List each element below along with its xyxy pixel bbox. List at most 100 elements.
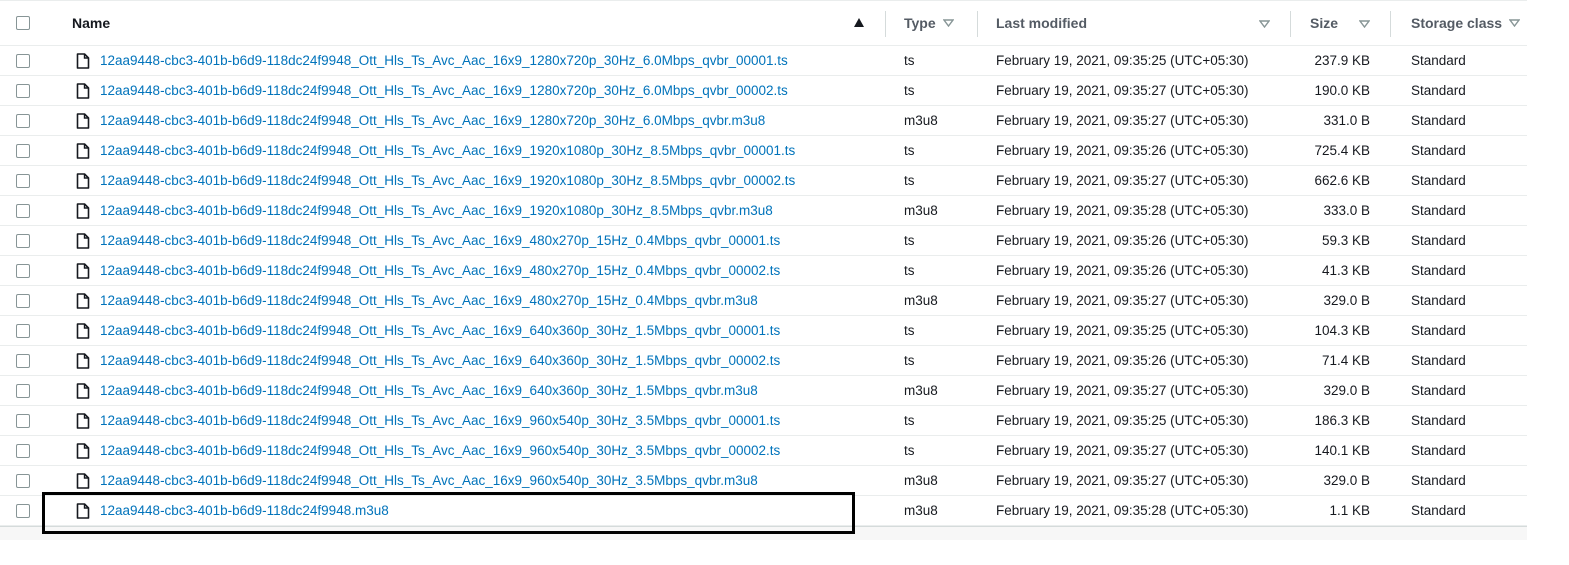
row-checkbox[interactable] — [16, 473, 30, 488]
row-select-cell — [16, 406, 36, 435]
object-name-link[interactable]: 12aa9448-cbc3-401b-b6d9-118dc24f9948_Ott… — [100, 473, 758, 488]
column-header-storage-class[interactable]: Storage class — [1411, 1, 1526, 45]
object-storage-class: Standard — [1411, 173, 1466, 188]
object-name-link[interactable]: 12aa9448-cbc3-401b-b6d9-118dc24f9948.m3u… — [100, 503, 389, 518]
row-checkbox[interactable] — [16, 323, 30, 338]
select-all-checkbox[interactable] — [16, 16, 30, 30]
table-row[interactable]: 12aa9448-cbc3-401b-b6d9-118dc24f9948_Ott… — [0, 136, 1527, 166]
table-row[interactable]: 12aa9448-cbc3-401b-b6d9-118dc24f9948_Ott… — [0, 166, 1527, 196]
table-row[interactable]: 12aa9448-cbc3-401b-b6d9-118dc24f9948_Ott… — [0, 346, 1527, 376]
row-checkbox[interactable] — [16, 503, 30, 518]
object-name-link[interactable]: 12aa9448-cbc3-401b-b6d9-118dc24f9948_Ott… — [100, 143, 795, 158]
object-name-link[interactable]: 12aa9448-cbc3-401b-b6d9-118dc24f9948_Ott… — [100, 413, 780, 428]
sort-ascending-icon[interactable] — [854, 18, 864, 27]
table-row[interactable]: 12aa9448-cbc3-401b-b6d9-118dc24f9948_Ott… — [0, 46, 1527, 76]
sort-down-icon[interactable] — [942, 19, 954, 27]
table-row[interactable]: 12aa9448-cbc3-401b-b6d9-118dc24f9948_Ott… — [0, 466, 1527, 496]
storage-class-cell: Standard — [1411, 226, 1526, 255]
object-name-link[interactable]: 12aa9448-cbc3-401b-b6d9-118dc24f9948_Ott… — [100, 383, 758, 398]
table-row[interactable]: 12aa9448-cbc3-401b-b6d9-118dc24f9948_Ott… — [0, 406, 1527, 436]
sort-down-icon[interactable] — [1509, 19, 1521, 27]
row-checkbox[interactable] — [16, 413, 30, 428]
table-row[interactable]: 12aa9448-cbc3-401b-b6d9-118dc24f9948_Ott… — [0, 196, 1527, 226]
object-name-link[interactable]: 12aa9448-cbc3-401b-b6d9-118dc24f9948_Ott… — [100, 173, 795, 188]
column-divider[interactable] — [1290, 11, 1291, 37]
object-size: 662.6 KB — [1314, 173, 1370, 188]
object-type: ts — [904, 263, 915, 278]
storage-class-cell: Standard — [1411, 496, 1526, 525]
storage-class-cell: Standard — [1411, 76, 1526, 105]
object-last-modified: February 19, 2021, 09:35:25 (UTC+05:30) — [996, 413, 1249, 428]
row-select-cell — [16, 76, 36, 105]
object-storage-class: Standard — [1411, 203, 1466, 218]
object-type: m3u8 — [904, 113, 938, 128]
object-storage-class: Standard — [1411, 413, 1466, 428]
table-row[interactable]: 12aa9448-cbc3-401b-b6d9-118dc24f9948_Ott… — [0, 316, 1527, 346]
row-checkbox[interactable] — [16, 83, 30, 98]
column-divider[interactable] — [885, 11, 886, 37]
last-modified-cell: February 19, 2021, 09:35:27 (UTC+05:30) — [996, 286, 1286, 315]
row-checkbox[interactable] — [16, 293, 30, 308]
name-cell: 12aa9448-cbc3-401b-b6d9-118dc24f9948_Ott… — [72, 436, 872, 465]
object-name-link[interactable]: 12aa9448-cbc3-401b-b6d9-118dc24f9948_Ott… — [100, 203, 773, 218]
sort-down-icon[interactable] — [1259, 20, 1270, 28]
row-select-cell — [16, 436, 36, 465]
last-modified-cell: February 19, 2021, 09:35:27 (UTC+05:30) — [996, 466, 1286, 495]
column-divider[interactable] — [1390, 11, 1391, 37]
row-checkbox[interactable] — [16, 263, 30, 278]
sort-down-icon[interactable] — [1359, 20, 1370, 28]
column-header-storage-class-label: Storage class — [1411, 15, 1503, 31]
row-checkbox[interactable] — [16, 203, 30, 218]
table-row[interactable]: 12aa9448-cbc3-401b-b6d9-118dc24f9948_Ott… — [0, 436, 1527, 466]
row-checkbox[interactable] — [16, 233, 30, 248]
table-row[interactable]: 12aa9448-cbc3-401b-b6d9-118dc24f9948_Ott… — [0, 226, 1527, 256]
row-select-cell — [16, 466, 36, 495]
last-modified-cell: February 19, 2021, 09:35:27 (UTC+05:30) — [996, 76, 1286, 105]
object-type: ts — [904, 443, 915, 458]
object-name-link[interactable]: 12aa9448-cbc3-401b-b6d9-118dc24f9948_Ott… — [100, 443, 780, 458]
row-checkbox[interactable] — [16, 53, 30, 68]
size-cell: 329.0 B — [1300, 376, 1370, 405]
row-checkbox[interactable] — [16, 383, 30, 398]
object-storage-class: Standard — [1411, 113, 1466, 128]
column-header-type[interactable]: Type — [904, 1, 974, 45]
object-name-link[interactable]: 12aa9448-cbc3-401b-b6d9-118dc24f9948_Ott… — [100, 83, 788, 98]
storage-class-cell: Standard — [1411, 436, 1526, 465]
column-header-last-modified[interactable]: Last modified — [996, 1, 1286, 45]
name-cell: 12aa9448-cbc3-401b-b6d9-118dc24f9948_Ott… — [72, 406, 872, 435]
object-storage-class: Standard — [1411, 383, 1466, 398]
object-name-link[interactable]: 12aa9448-cbc3-401b-b6d9-118dc24f9948_Ott… — [100, 113, 765, 128]
object-name-link[interactable]: 12aa9448-cbc3-401b-b6d9-118dc24f9948_Ott… — [100, 53, 788, 68]
object-name-link[interactable]: 12aa9448-cbc3-401b-b6d9-118dc24f9948_Ott… — [100, 323, 780, 338]
table-row[interactable]: 12aa9448-cbc3-401b-b6d9-118dc24f9948_Ott… — [0, 286, 1527, 316]
type-cell: m3u8 — [904, 376, 974, 405]
row-checkbox[interactable] — [16, 173, 30, 188]
table-row[interactable]: 12aa9448-cbc3-401b-b6d9-118dc24f9948_Ott… — [0, 106, 1527, 136]
column-header-name[interactable]: Name — [72, 1, 872, 45]
name-cell: 12aa9448-cbc3-401b-b6d9-118dc24f9948_Ott… — [72, 466, 872, 495]
storage-class-cell: Standard — [1411, 406, 1526, 435]
row-checkbox[interactable] — [16, 353, 30, 368]
type-cell: ts — [904, 166, 974, 195]
table-row[interactable]: 12aa9448-cbc3-401b-b6d9-118dc24f9948_Ott… — [0, 376, 1527, 406]
object-size: 329.0 B — [1323, 473, 1370, 488]
file-icon — [76, 472, 90, 489]
object-size: 333.0 B — [1323, 203, 1370, 218]
column-divider[interactable] — [977, 11, 978, 37]
row-checkbox[interactable] — [16, 143, 30, 158]
last-modified-cell: February 19, 2021, 09:35:26 (UTC+05:30) — [996, 346, 1286, 375]
size-cell: 59.3 KB — [1300, 226, 1370, 255]
row-checkbox[interactable] — [16, 443, 30, 458]
column-header-size[interactable]: Size — [1310, 1, 1338, 45]
horizontal-scrollbar[interactable] — [0, 526, 1527, 540]
table-row[interactable]: 12aa9448-cbc3-401b-b6d9-118dc24f9948_Ott… — [0, 76, 1527, 106]
object-name-link[interactable]: 12aa9448-cbc3-401b-b6d9-118dc24f9948_Ott… — [100, 233, 780, 248]
row-checkbox[interactable] — [16, 113, 30, 128]
object-storage-class: Standard — [1411, 233, 1466, 248]
table-row[interactable]: 12aa9448-cbc3-401b-b6d9-118dc24f9948_Ott… — [0, 256, 1527, 286]
object-name-link[interactable]: 12aa9448-cbc3-401b-b6d9-118dc24f9948_Ott… — [100, 293, 758, 308]
name-cell: 12aa9448-cbc3-401b-b6d9-118dc24f9948_Ott… — [72, 166, 872, 195]
object-name-link[interactable]: 12aa9448-cbc3-401b-b6d9-118dc24f9948_Ott… — [100, 263, 780, 278]
table-row[interactable]: 12aa9448-cbc3-401b-b6d9-118dc24f9948.m3u… — [0, 496, 1527, 526]
object-name-link[interactable]: 12aa9448-cbc3-401b-b6d9-118dc24f9948_Ott… — [100, 353, 780, 368]
